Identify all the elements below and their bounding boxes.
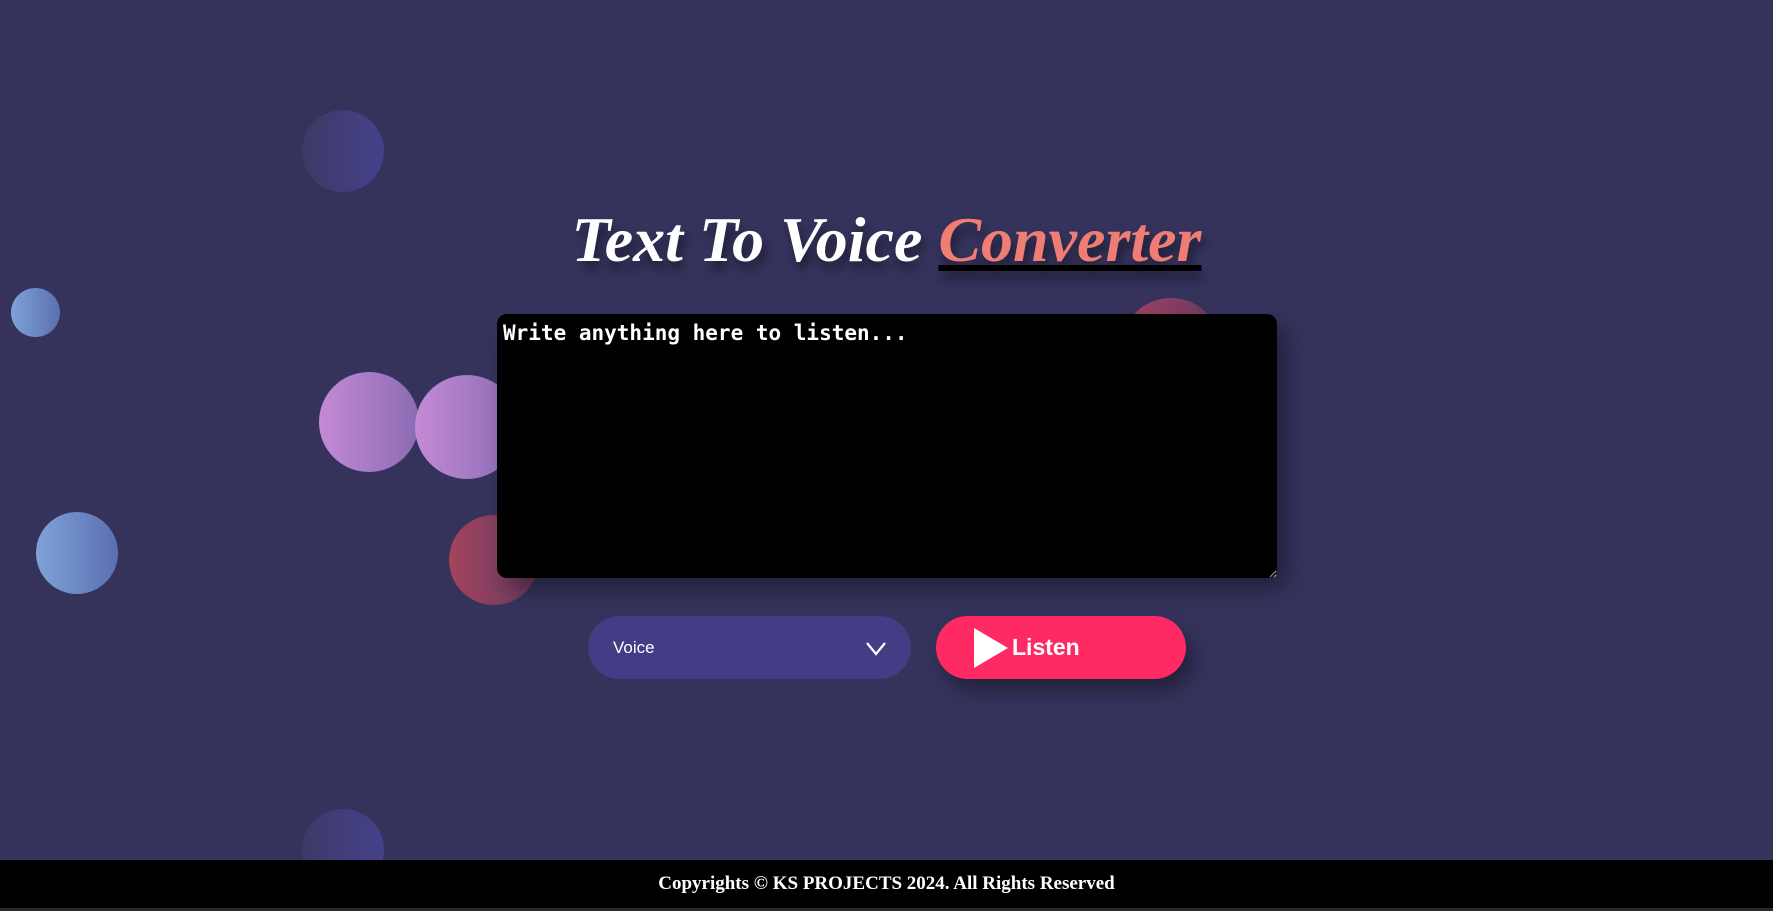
background-bubble <box>319 372 419 472</box>
listen-button[interactable]: Listen <box>936 616 1186 679</box>
footer: Copyrights © KS PROJECTS 2024. All Right… <box>0 860 1773 908</box>
text-input[interactable] <box>497 314 1277 578</box>
page-title-accent: Converter <box>938 204 1202 275</box>
play-icon <box>974 627 1008 668</box>
background-bubble <box>36 512 118 594</box>
voice-select[interactable]: Voice <box>588 616 911 679</box>
page-title: Text To Voice Converter <box>0 204 1773 276</box>
listen-button-label: Listen <box>1012 634 1080 660</box>
background-bubble <box>302 110 384 192</box>
background-bubble <box>11 288 60 337</box>
page-title-main: Text To Voice <box>571 204 939 275</box>
chevron-down-icon <box>866 641 886 656</box>
copyright-text: Copyrights © KS PROJECTS 2024. All Right… <box>658 873 1115 894</box>
voice-select-label: Voice <box>613 637 655 657</box>
